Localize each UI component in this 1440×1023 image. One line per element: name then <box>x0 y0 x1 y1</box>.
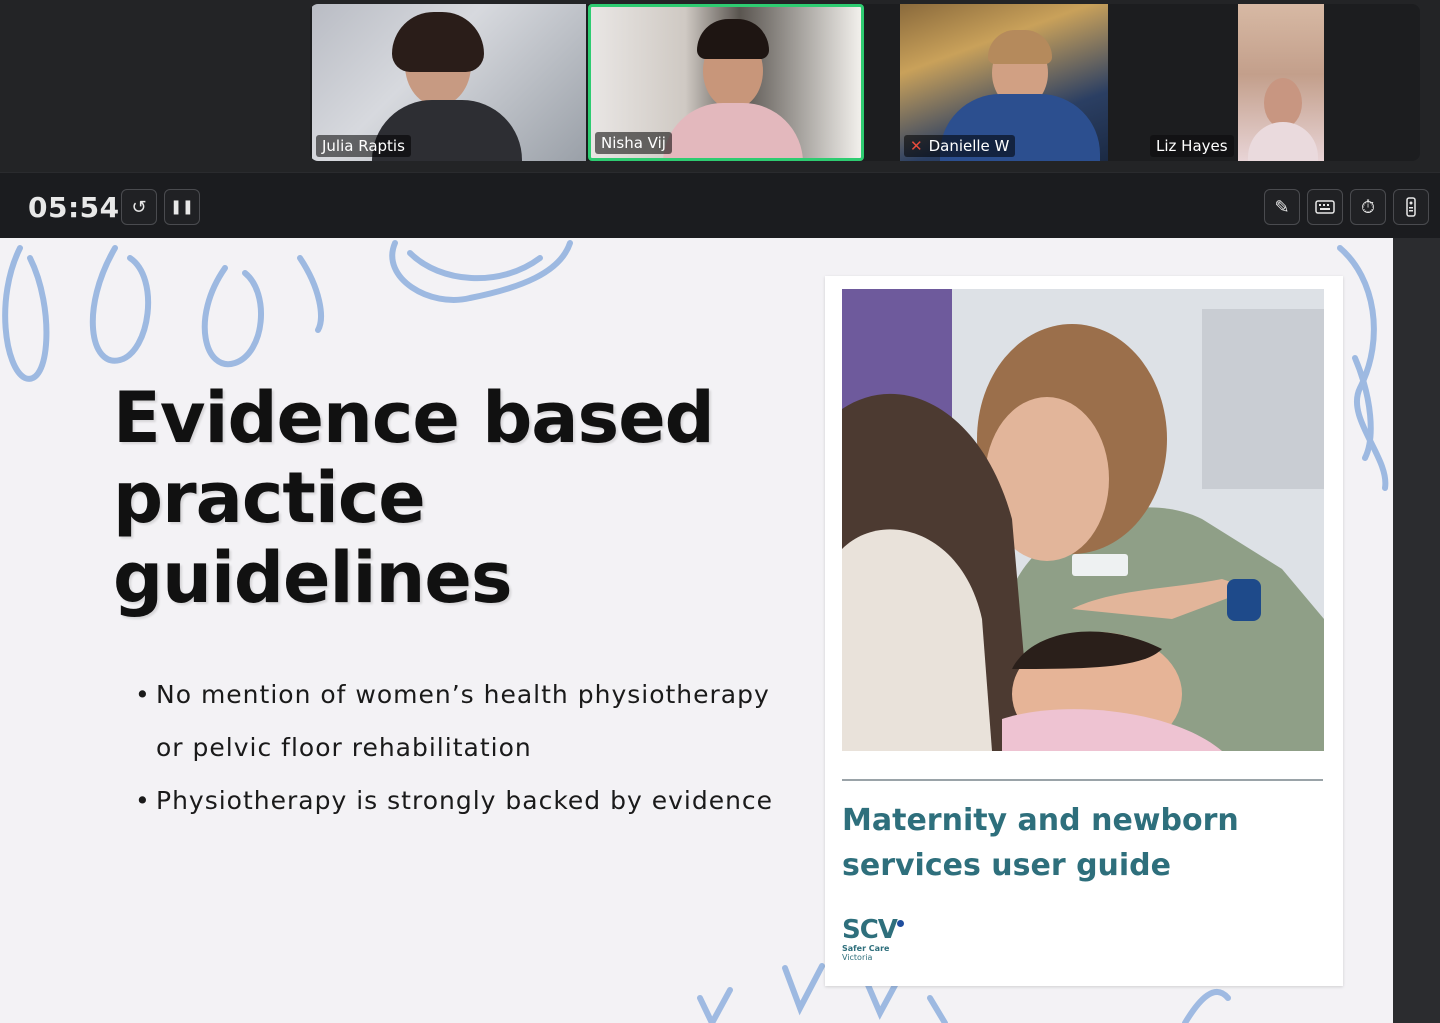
slide-title-line: Evidence based <box>113 377 715 459</box>
keyboard-shortcuts-button[interactable] <box>1307 189 1343 225</box>
presenter-toolbar: 05:54 ↺ ❚❚ ✎ ⏱ <box>0 172 1440 238</box>
participant-tile-julia[interactable]: Julia Raptis <box>312 4 586 161</box>
guide-cover-card: Maternity and newborn services user guid… <box>825 276 1343 986</box>
participant-name: Liz Hayes <box>1150 135 1234 157</box>
pause-icon: ❚❚ <box>170 199 194 215</box>
participant-body <box>1248 122 1318 161</box>
midwife-and-newborn-image <box>842 289 1324 751</box>
participant-gallery: Julia Raptis Nisha Vij ✕ Danielle W Liz H… <box>310 4 1420 161</box>
guide-title-line: services user guide <box>842 848 1172 883</box>
participant-body <box>663 103 803 158</box>
participant-tile-nisha[interactable]: Nisha Vij <box>588 4 864 161</box>
reset-timer-icon: ↺ <box>131 196 147 218</box>
logo-dot <box>896 920 904 927</box>
elapsed-timer: 05:54 <box>28 191 120 224</box>
participant-name: Nisha Vij <box>595 132 672 154</box>
hair <box>697 19 769 59</box>
cover-photo <box>842 289 1324 751</box>
slide-title-line: guidelines <box>113 537 512 619</box>
logo-text: Safer Care <box>842 944 890 953</box>
hair <box>988 30 1052 64</box>
remote-icon <box>1406 197 1416 217</box>
logo-text: Victoria <box>842 953 873 962</box>
stopwatch-icon: ⏱ <box>1360 196 1376 218</box>
keyboard-icon <box>1315 200 1335 214</box>
reset-timer-button[interactable]: ↺ <box>121 189 157 225</box>
participant-tile-danielle[interactable]: ✕ Danielle W <box>900 4 1108 161</box>
participant-tile-liz[interactable] <box>1238 4 1324 161</box>
hair <box>392 12 484 72</box>
bullet-item: No mention of women’s health physiothera… <box>135 668 775 774</box>
safer-care-victoria-logo: SCV Safer Care Victoria <box>842 916 922 966</box>
participant-name: Julia Raptis <box>316 135 411 157</box>
remote-control-button[interactable] <box>1393 189 1429 225</box>
bullet-list: No mention of women’s health physiothera… <box>135 668 775 827</box>
shared-screen: Evidence based practice guidelines No me… <box>0 238 1440 1023</box>
logo-mark: SCV <box>842 916 922 944</box>
bullet-item: Physiotherapy is strongly backed by evid… <box>135 774 775 827</box>
participant-strip: Julia Raptis Nisha Vij ✕ Danielle W Liz H… <box>0 0 1440 172</box>
guide-title-line: Maternity and newborn <box>842 803 1239 838</box>
mic-muted-icon: ✕ <box>910 137 923 155</box>
slide-title-line: practice <box>113 457 426 539</box>
participant-name: ✕ Danielle W <box>904 135 1016 157</box>
slide-title: Evidence based practice guidelines <box>113 378 793 618</box>
guide-title: Maternity and newborn services user guid… <box>842 798 1322 888</box>
card-divider <box>842 779 1323 781</box>
participant-avatar <box>1264 78 1302 128</box>
pause-timer-button[interactable]: ❚❚ <box>164 189 200 225</box>
timer-button[interactable]: ⏱ <box>1350 189 1386 225</box>
pen-icon: ✎ <box>1274 196 1290 218</box>
participant-tile-liz-label[interactable]: Liz Hayes <box>1110 4 1238 161</box>
pen-tool-button[interactable]: ✎ <box>1264 189 1300 225</box>
presentation-slide[interactable]: Evidence based practice guidelines No me… <box>0 238 1393 1023</box>
